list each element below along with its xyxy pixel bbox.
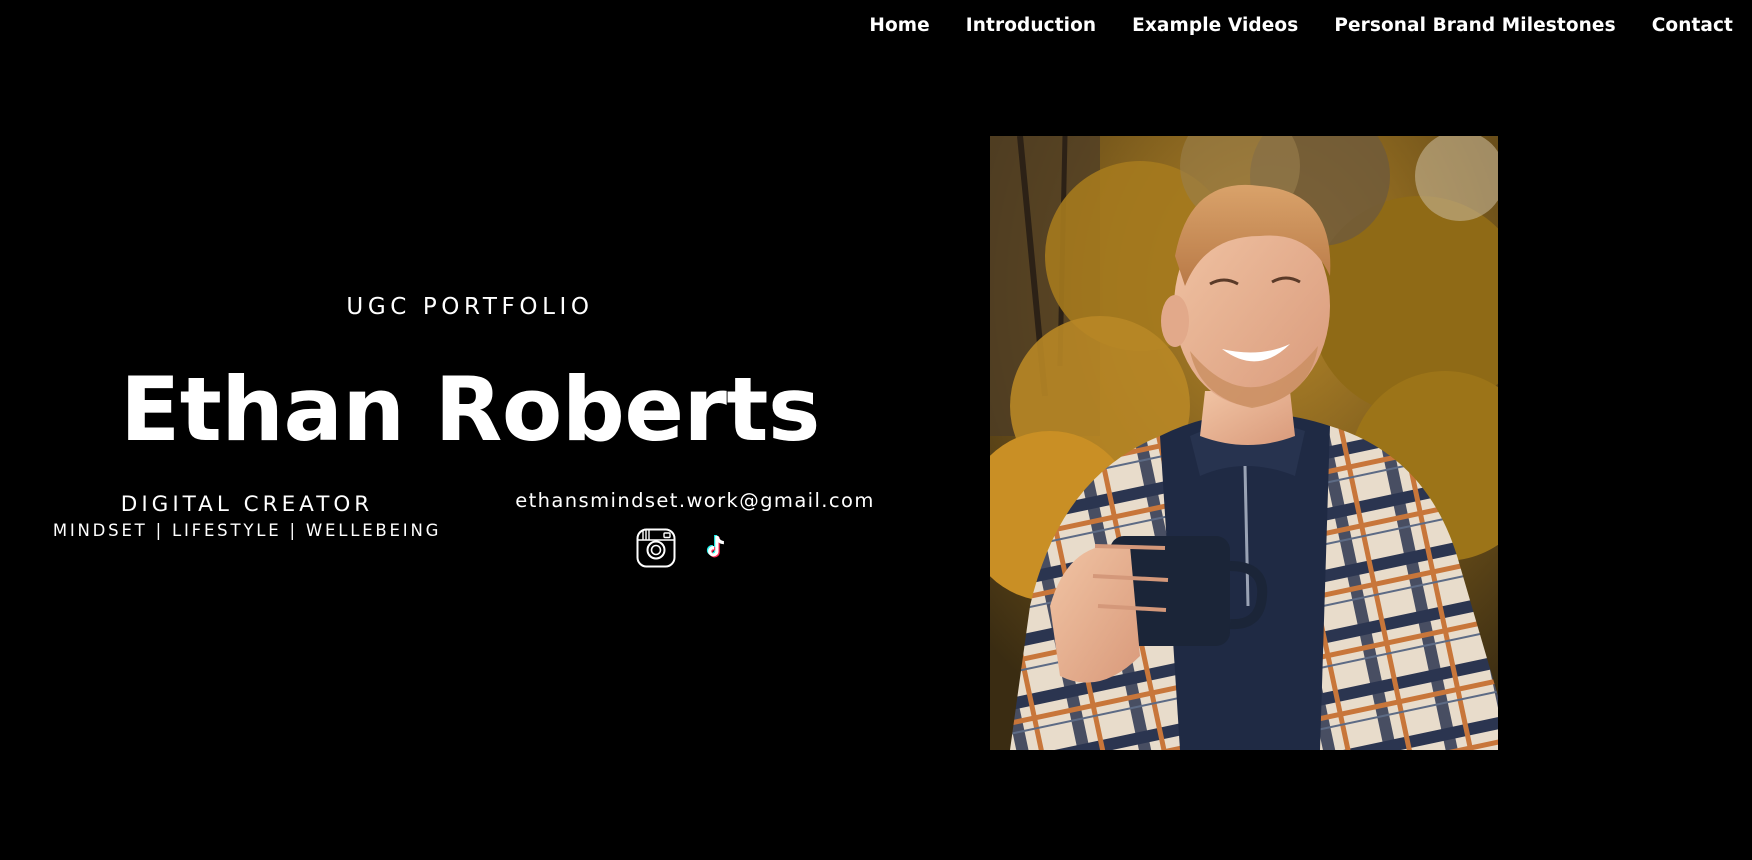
hero-name: Ethan Roberts	[120, 358, 820, 461]
nav-home[interactable]: Home	[851, 14, 947, 38]
page: Home Introduction Example Videos Persona…	[0, 0, 1752, 860]
portrait-photo	[990, 136, 1498, 750]
hero-eyebrow: UGC PORTFOLIO	[346, 294, 594, 320]
social-links	[636, 528, 740, 568]
nav-example-videos[interactable]: Example Videos	[1114, 14, 1316, 38]
portrait-illustration	[990, 136, 1498, 750]
main-nav: Home Introduction Example Videos Persona…	[851, 14, 1752, 38]
nav-introduction[interactable]: Introduction	[948, 14, 1114, 38]
nav-personal-brand-milestones[interactable]: Personal Brand Milestones	[1316, 14, 1633, 38]
email-link[interactable]: ethansmindset.work@gmail.com	[495, 488, 895, 514]
instagram-icon[interactable]	[636, 528, 676, 568]
tiktok-icon[interactable]	[700, 532, 740, 564]
nav-contact[interactable]: Contact	[1634, 14, 1752, 38]
hero-role: DIGITAL CREATOR	[120, 492, 374, 517]
hero-tags: MINDSET | LIFESTYLE | WELLEBEING	[52, 521, 442, 540]
